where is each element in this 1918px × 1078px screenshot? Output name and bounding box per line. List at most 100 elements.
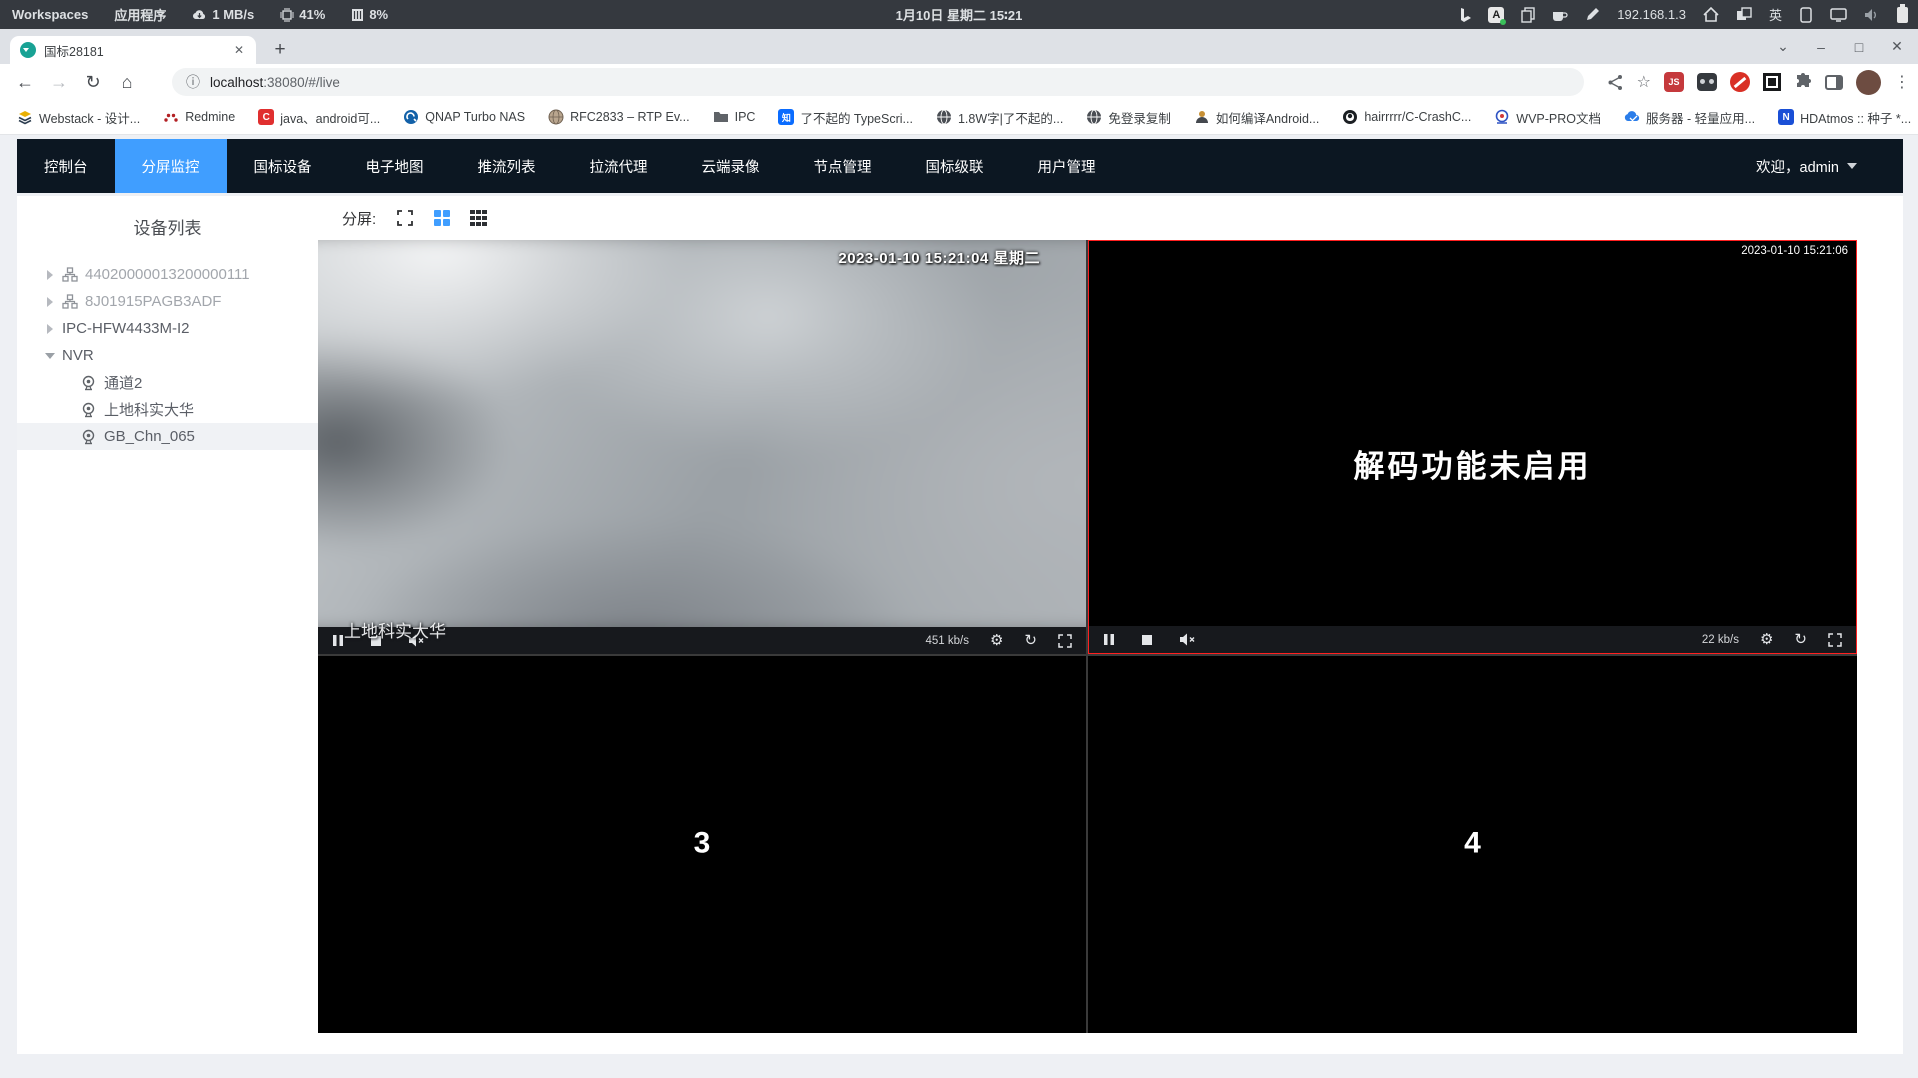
window-close-button[interactable]: ✕ <box>1882 38 1912 55</box>
nav-item-pull-proxy[interactable]: 拉流代理 <box>563 139 675 193</box>
tree-node-channel-selected[interactable]: GB_Chn_065 <box>17 423 318 450</box>
bookmark-item[interactable]: 免登录复制 <box>1079 105 1178 130</box>
reload-button[interactable]: ↻ <box>76 72 110 93</box>
tree-node-device[interactable]: IPC-HFW4433M-I2 <box>17 315 318 342</box>
volume-muted-icon[interactable] <box>1179 633 1196 646</box>
video-cell-4-empty[interactable]: 4 <box>1088 656 1857 1033</box>
extension-mask-icon[interactable] <box>1697 73 1717 91</box>
caret-right-icon[interactable] <box>43 296 57 307</box>
nav-item-node-manage[interactable]: 节点管理 <box>787 139 899 193</box>
share-icon[interactable] <box>1607 74 1624 91</box>
extension-adblock-icon[interactable] <box>1730 72 1750 92</box>
bookmark-item[interactable]: N HDAtmos :: 种子 *... <box>1771 105 1918 130</box>
player-settings-icon[interactable]: ⚙ <box>1760 632 1773 647</box>
memory-value: 8% <box>369 7 389 22</box>
memory-indicator[interactable]: 8% <box>351 7 388 22</box>
forward-button[interactable]: → <box>42 72 76 93</box>
nav-item-gb-devices[interactable]: 国标设备 <box>227 139 339 193</box>
tree-node-platform[interactable]: 8J01915PAGB3ADF <box>17 288 318 315</box>
bookmark-item[interactable]: hairrrrr/C-CrashC... <box>1335 106 1478 128</box>
input-method-tray-icon[interactable]: A <box>1488 6 1507 25</box>
video-cell-2-selected[interactable]: 2023-01-10 15:21:06 解码功能未启用 22 kb/s ⚙ ↻ <box>1088 240 1857 654</box>
pause-icon[interactable] <box>1103 633 1115 646</box>
nav-item-map[interactable]: 电子地图 <box>339 139 451 193</box>
nav-item-push-list[interactable]: 推流列表 <box>451 139 563 193</box>
stop-icon[interactable] <box>1141 634 1153 646</box>
workspaces-tray-icon[interactable] <box>1736 7 1752 22</box>
caret-right-icon[interactable] <box>43 269 57 280</box>
bookmark-item[interactable]: 1.8W字|了不起的... <box>929 105 1070 130</box>
home-button[interactable]: ⌂ <box>110 72 144 93</box>
caret-right-icon[interactable] <box>43 323 57 334</box>
video-stream-1[interactable]: 2023-01-10 15:21:04 星期二 <box>318 240 1086 627</box>
tab-search-icon[interactable]: ⌄ <box>1768 38 1798 55</box>
caret-down-icon[interactable] <box>43 352 57 359</box>
screen-rotate-tray-icon[interactable] <box>1799 6 1813 23</box>
window-minimize-button[interactable]: – <box>1806 39 1836 55</box>
player-fullscreen-icon[interactable] <box>1058 633 1072 648</box>
language-indicator[interactable]: 英 <box>1769 5 1782 24</box>
extension-js-icon[interactable]: JS <box>1664 72 1684 92</box>
tab-close-icon[interactable]: ✕ <box>230 41 248 59</box>
player-refresh-icon[interactable]: ↻ <box>1024 633 1037 648</box>
side-panel-icon[interactable] <box>1825 74 1843 90</box>
bookmark-item[interactable]: WVP-PRO文档 <box>1487 105 1608 130</box>
bookmark-item[interactable]: RFC2833 – RTP Ev... <box>541 106 697 128</box>
tree-node-channel[interactable]: 通道2 <box>17 369 318 396</box>
browser-tab[interactable]: 国标28181 ✕ <box>10 36 256 64</box>
ip-address-indicator[interactable]: 192.168.1.3 <box>1617 7 1686 22</box>
browser-menu-icon[interactable]: ⋮ <box>1894 72 1910 92</box>
bookmark-item[interactable]: 知 了不起的 TypeScri... <box>771 105 920 130</box>
bookmark-item[interactable]: Webstack - 设计... <box>10 105 147 130</box>
bookmark-item[interactable]: 如何编译Android... <box>1187 105 1327 130</box>
bookmark-item[interactable]: C java、android可... <box>251 105 387 130</box>
tree-node-channel[interactable]: 上地科实大华 <box>17 396 318 423</box>
tree-node-label: NVR <box>62 347 94 364</box>
bookmark-item[interactable]: 服务器 - 轻量应用... <box>1617 105 1762 130</box>
extensions-puzzle-icon[interactable] <box>1794 73 1812 91</box>
player-settings-icon[interactable]: ⚙ <box>990 633 1003 648</box>
extension-frame-icon[interactable] <box>1763 73 1781 91</box>
nav-item-user-manage[interactable]: 用户管理 <box>1011 139 1123 193</box>
nav-item-console[interactable]: 控制台 <box>17 139 115 193</box>
coffee-tray-icon[interactable] <box>1552 8 1568 22</box>
bookmark-item[interactable]: QNAP Turbo NAS <box>396 106 532 128</box>
volume-tray-icon[interactable] <box>1864 8 1880 22</box>
workspaces-button[interactable]: Workspaces <box>12 7 88 22</box>
video-stream-2[interactable]: 2023-01-10 15:21:06 解码功能未启用 <box>1089 241 1856 628</box>
video-cell-3-empty[interactable]: 3 <box>318 656 1086 1033</box>
applications-menu[interactable]: 应用程序 <box>114 5 166 24</box>
split-3x3-icon[interactable] <box>470 209 487 227</box>
battery-tray-icon[interactable] <box>1897 3 1908 23</box>
clipboard-tray-icon[interactable] <box>1521 6 1535 23</box>
bing-tray-icon[interactable] <box>1459 7 1472 23</box>
player-fullscreen-icon[interactable] <box>1828 632 1842 647</box>
video-cell-1[interactable]: 2023-01-10 15:21:04 星期二 上地科实大华 451 kb/s … <box>318 240 1086 654</box>
network-rate-indicator[interactable]: 1 MB/s <box>192 7 254 22</box>
tree-node-device-expanded[interactable]: NVR <box>17 342 318 369</box>
bookmark-folder[interactable]: IPC <box>706 106 763 128</box>
page-content: 控制台 分屏监控 国标设备 电子地图 推流列表 拉流代理 云端录像 节点管理 国… <box>0 136 1918 1078</box>
home-tray-icon[interactable] <box>1703 7 1719 22</box>
new-tab-button[interactable]: + <box>266 36 294 64</box>
split-2x2-icon[interactable] <box>434 210 451 226</box>
cpu-indicator[interactable]: 41% <box>280 7 325 22</box>
nav-item-split-screen-monitor[interactable]: 分屏监控 <box>114 139 227 193</box>
player-refresh-icon[interactable]: ↻ <box>1794 632 1807 647</box>
fullscreen-icon[interactable] <box>396 209 414 227</box>
nav-item-cloud-record[interactable]: 云端录像 <box>675 139 787 193</box>
pause-icon[interactable] <box>332 634 344 647</box>
window-maximize-button[interactable]: □ <box>1844 39 1874 55</box>
pen-tray-icon[interactable] <box>1585 7 1600 22</box>
bookmark-label: 1.8W字|了不起的... <box>957 111 1064 126</box>
nav-item-gb-cascade[interactable]: 国标级联 <box>899 139 1011 193</box>
site-info-icon[interactable]: ⓘ <box>186 72 200 92</box>
bookmark-item[interactable]: Redmine <box>156 106 242 128</box>
back-button[interactable]: ← <box>8 72 42 93</box>
user-menu[interactable]: 欢迎，admin <box>1756 139 1903 193</box>
profile-avatar[interactable] <box>1856 69 1881 95</box>
address-bar[interactable]: ⓘ localhost :38080/#/live <box>172 68 1584 96</box>
bookmark-star-icon[interactable]: ☆ <box>1637 72 1651 92</box>
display-tray-icon[interactable] <box>1830 7 1847 22</box>
tree-node-platform[interactable]: 44020000013200000111 <box>17 261 318 288</box>
